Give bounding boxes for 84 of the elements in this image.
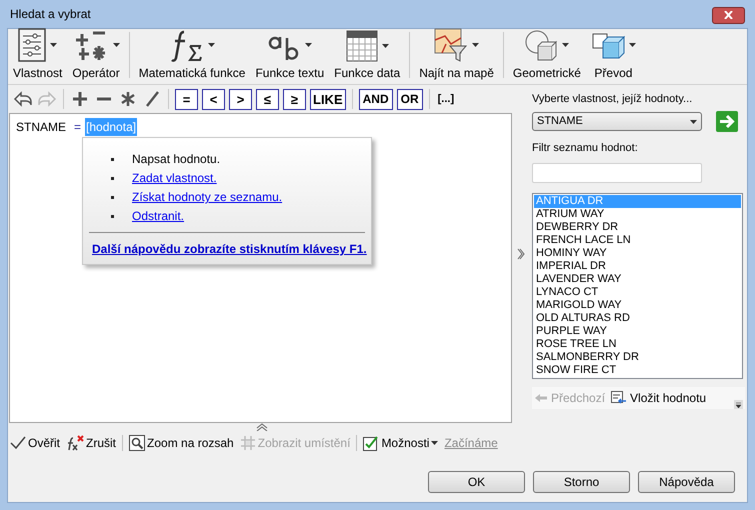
caret-icon[interactable] — [112, 43, 120, 47]
checkbox-icon — [363, 435, 380, 451]
bullet-icon — [111, 214, 114, 218]
caret-icon[interactable] — [50, 43, 58, 47]
close-icon — [724, 11, 733, 19]
value-list-item[interactable]: FRENCH LACE LN — [534, 234, 741, 247]
arrow-left-icon — [534, 393, 548, 403]
bullet-icon — [111, 176, 114, 180]
logical-operator-button[interactable]: OR — [396, 88, 423, 110]
caret-icon[interactable] — [472, 43, 480, 47]
bullet-icon — [111, 158, 114, 160]
value-list-item[interactable]: HOMINY WAY — [534, 247, 741, 260]
value-list-item[interactable]: MARIGOLD WAY — [534, 299, 741, 312]
hint-link[interactable]: Zadat vlastnost. — [132, 169, 217, 187]
caret-icon[interactable] — [382, 44, 389, 48]
toolbar-button[interactable]: Možnosti — [363, 434, 438, 452]
bullet-icon — [111, 196, 114, 198]
plus-icon[interactable] — [70, 90, 90, 108]
function-delete-icon — [66, 435, 84, 451]
filter-field[interactable] — [532, 163, 702, 183]
caret-icon[interactable] — [562, 43, 570, 47]
close-button[interactable] — [712, 6, 745, 24]
ribbon-button[interactable]: Funkce data — [333, 30, 402, 82]
value-list-item[interactable]: DEWBERRY DR — [534, 221, 741, 234]
arrow-right-icon[interactable] — [716, 111, 738, 132]
insert-value-button[interactable]: Vložit hodnotu — [611, 391, 706, 405]
dialog-button[interactable]: Storno — [533, 470, 630, 492]
value-list-item[interactable]: SNOW FIRE CT — [534, 364, 741, 377]
check-icon — [10, 436, 26, 450]
value-list-item[interactable]: SALMONBERRY DR — [534, 351, 741, 364]
prompt-label: Vyberte vlastnost, jejíž hodnoty... — [532, 93, 694, 106]
grid-locate-icon — [240, 435, 256, 451]
operator-button[interactable]: ≤ — [256, 88, 279, 110]
ribbon-button[interactable]: Funkce textu — [254, 28, 326, 82]
value-list-item[interactable]: IMPERIAL DR — [534, 260, 741, 273]
value-list-item[interactable]: PURPLE WAY — [534, 325, 741, 338]
caret-icon[interactable] — [305, 43, 312, 47]
toolbar-button[interactable]: Zrušit — [66, 434, 116, 452]
value-list-item[interactable]: LAVENDER WAY — [534, 273, 741, 286]
value-list-item[interactable]: ATRIUM WAY — [534, 208, 741, 221]
chevron-up-icon[interactable] — [256, 423, 268, 431]
hint-link[interactable]: Odstranit. — [132, 207, 184, 225]
brackets-button[interactable]: [...] — [436, 90, 456, 108]
caret-icon[interactable] — [690, 120, 697, 124]
ribbon-button[interactable]: Vlastnost — [12, 28, 64, 82]
ribbon-button[interactable]: Matematická funkce — [138, 28, 246, 82]
filter-label: Filtr seznamu hodnot: — [532, 142, 639, 155]
toolbar-button[interactable]: Ověřit — [10, 434, 60, 452]
window-title: Hledat a vybrat — [10, 6, 91, 23]
hint-text: Napsat hodnotu. — [132, 151, 220, 168]
operator-button[interactable]: ≥ — [283, 88, 306, 110]
calendar-icon — [346, 30, 378, 62]
value-list-item[interactable]: LYNACO CT — [534, 286, 741, 299]
caret-icon[interactable] — [628, 43, 636, 47]
operator-button[interactable]: < — [202, 88, 225, 110]
chevron-right-icon[interactable] — [517, 248, 526, 260]
operator-button[interactable]: = — [175, 88, 198, 110]
ribbon-button[interactable]: Převod — [590, 28, 637, 82]
operator-button[interactable]: LIKE — [310, 88, 346, 110]
ribbon-button[interactable]: Operátor — [71, 28, 121, 82]
value-list-item[interactable]: ROSE TREE LN — [534, 338, 741, 351]
toolbar-button[interactable]: Zoom na rozsah — [129, 434, 234, 452]
zoom-icon — [129, 435, 146, 451]
caret-icon[interactable] — [208, 43, 215, 47]
dialog-button[interactable]: OK — [428, 470, 525, 492]
values-list[interactable]: ANTIGUA DR ATRIUM WAY DEWBERRY DR FRENCH LACE LN HOMINY WAY IMPERIAL DR LAVENDER WAY LYNACO CT MARIGOLD WAY OLD ALTURAS RD PURPLE WAY ROSE TREE LN SALMONBERRY DR SNOW FIRE CT — [532, 193, 743, 379]
field-name: STNAME — [16, 119, 66, 136]
ribbon-button[interactable]: Najít na mapě — [418, 28, 495, 82]
function-sigma-icon — [170, 28, 204, 62]
value-list-item[interactable]: OLD ALTURAS RD — [534, 312, 741, 325]
overflow-icon[interactable] — [734, 400, 743, 409]
logical-operator-button[interactable]: AND — [358, 88, 393, 110]
property-dropdown[interactable]: STNAME — [532, 112, 702, 131]
ribbon-button[interactable]: Geometrické — [512, 28, 582, 82]
dialog-button[interactable]: Nápověda — [638, 470, 735, 492]
hint-link[interactable]: Získat hodnoty ze seznamu. — [132, 188, 282, 206]
expression-editor[interactable]: STNAME = [hodnota] Napsat hodnotu. Zadat vlastnost. Získat hodnoty ze seznamu. Odstranit. Další nápovědu zobrazíte stisknutím klávesy F1. — [9, 113, 512, 423]
map-filter-icon — [434, 28, 468, 62]
help-link[interactable]: Další nápovědu zobrazíte stisknutím klávesy F1. — [92, 240, 367, 258]
insert-list-icon — [611, 391, 628, 405]
operator-text: = — [74, 119, 82, 136]
operator-button[interactable]: > — [229, 88, 252, 110]
caret-icon[interactable] — [431, 441, 438, 445]
undo-icon[interactable] — [13, 90, 33, 108]
